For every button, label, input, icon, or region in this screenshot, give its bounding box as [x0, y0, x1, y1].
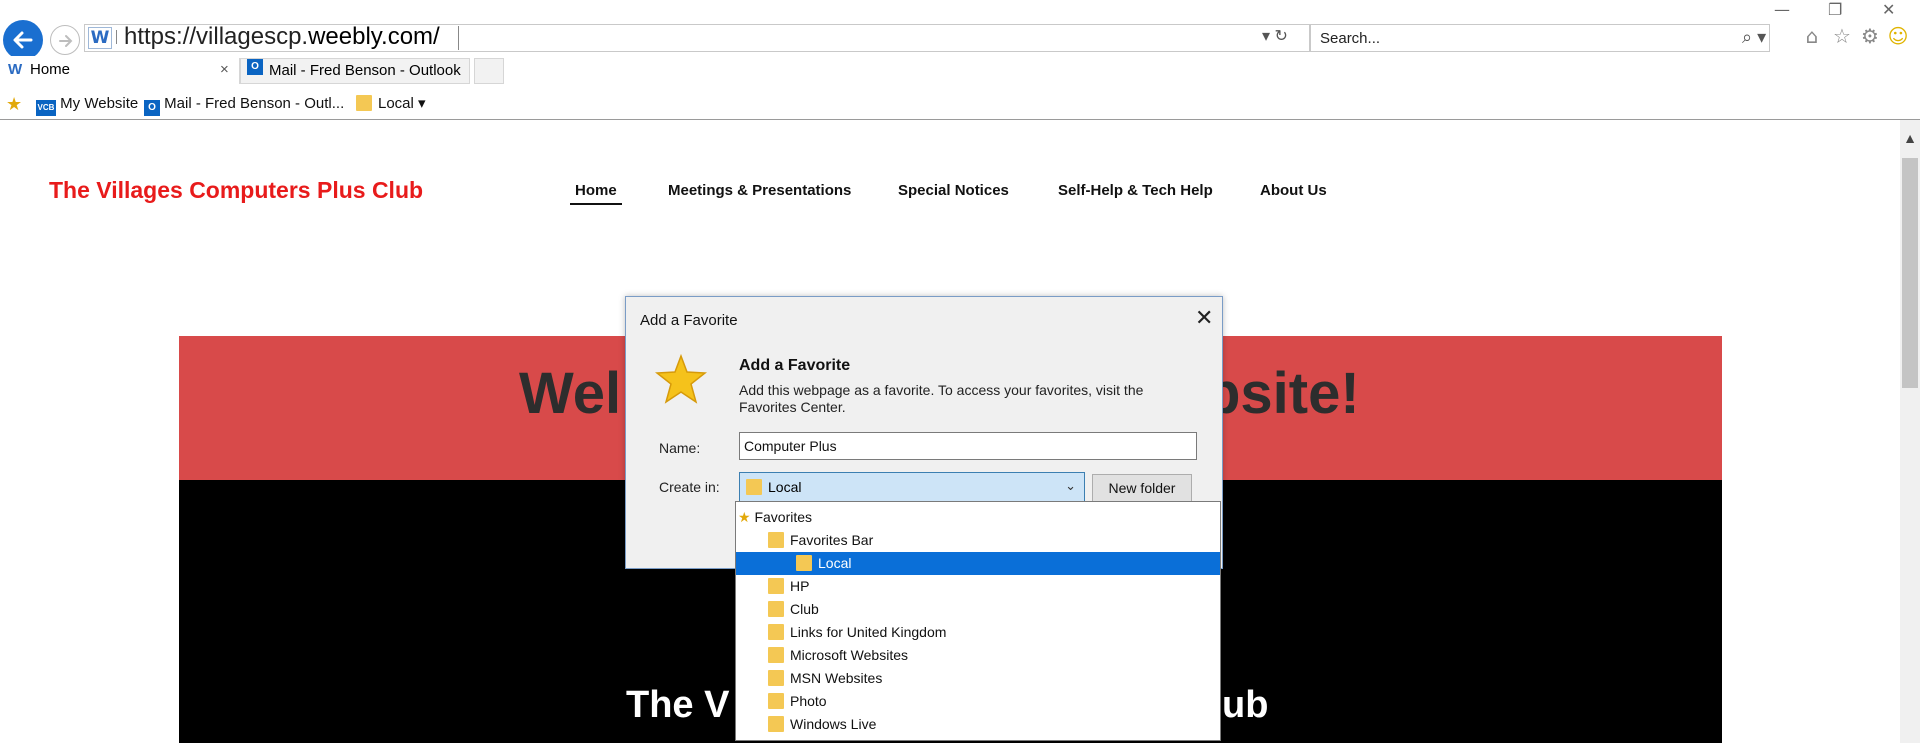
dialog-heading: Add a Favorite [739, 357, 851, 374]
nav-active-underline [570, 203, 622, 205]
tab-home[interactable]: W Home × [0, 58, 240, 84]
url-domain: weebly.com/ [308, 23, 440, 50]
restore-icon[interactable]: ❐ [1828, 0, 1842, 19]
tab-label: Home [30, 61, 71, 78]
hero-subheading-right: ub [1222, 684, 1269, 726]
folder-icon [768, 624, 784, 640]
new-folder-button[interactable]: New folder [1092, 474, 1192, 502]
folder-icon [768, 693, 784, 709]
site-title[interactable]: The Villages Computers Plus Club [49, 177, 423, 204]
folder-icon [768, 578, 784, 594]
folder-item-msn[interactable]: MSN Websites [736, 667, 882, 690]
folder-label: Microsoft Websites [790, 647, 908, 663]
folder-item-local[interactable]: Local [736, 552, 1220, 575]
smiley-icon[interactable]: ☺ [1886, 24, 1910, 48]
star-icon: ★ [738, 509, 751, 525]
folder-label: Favorites [754, 509, 813, 525]
folder-item-photo[interactable]: Photo [736, 690, 827, 713]
folder-icon [796, 555, 812, 571]
name-field[interactable] [739, 432, 1197, 460]
folder-icon [768, 601, 784, 617]
hero-subheading-left: The V [626, 684, 730, 726]
home-icon[interactable]: ⌂ [1800, 24, 1824, 48]
minimize-icon[interactable]: — [1774, 0, 1790, 19]
site-favicon-icon: W [88, 27, 112, 49]
dialog-close-icon[interactable]: ✕ [1195, 306, 1213, 331]
folder-item-microsoft[interactable]: Microsoft Websites [736, 644, 908, 667]
folder-item-hp[interactable]: HP [736, 575, 809, 598]
tab-close-icon[interactable]: × [220, 58, 229, 82]
nav-meetings[interactable]: Meetings & Presentations [668, 182, 851, 199]
url-prefix: https://villagescp. [124, 23, 309, 50]
folder-item-club[interactable]: Club [736, 598, 819, 621]
folder-label: Local [818, 555, 852, 571]
favorite-label: Mail - Fred Benson - Outl... [164, 95, 345, 112]
url-text[interactable]: https://villagescp.weebly.com/ [124, 22, 440, 52]
tab-mail[interactable]: O Mail - Fred Benson - Outlook [240, 58, 470, 84]
chevron-down-icon: ⌄ [1065, 479, 1076, 494]
favorite-mail[interactable]: O Mail - Fred Benson - Outl... [144, 93, 344, 116]
refresh-icon[interactable]: ▾ ↻ [1262, 26, 1288, 46]
folder-label: Club [790, 601, 819, 617]
star-icon [655, 354, 707, 404]
url-separator [116, 30, 117, 44]
close-window-icon[interactable]: ✕ [1882, 0, 1895, 19]
folder-icon [746, 479, 762, 495]
favorites-star-icon[interactable]: ☆ [1830, 24, 1854, 48]
folder-item-favorites-bar[interactable]: Favorites Bar [736, 529, 873, 552]
hero-heading-left: Wel [519, 361, 622, 426]
folder-icon [768, 716, 784, 732]
favorite-label: Local ▾ [378, 95, 426, 112]
add-to-favorites-bar-icon[interactable]: ★ [6, 93, 22, 117]
search-placeholder: Search... [1320, 30, 1381, 47]
folder-item-windows-live[interactable]: Windows Live [736, 713, 876, 736]
weebly-icon: W [8, 61, 23, 78]
nav-home[interactable]: Home [575, 182, 617, 199]
vcb-icon: VCB [36, 100, 56, 116]
folder-label: Favorites Bar [790, 532, 874, 548]
url-caret [458, 26, 459, 50]
outlook-icon: O [247, 59, 263, 75]
folder-label: HP [790, 578, 810, 594]
nav-self-help[interactable]: Self-Help & Tech Help [1058, 182, 1213, 199]
create-in-label: Create in: [659, 479, 720, 495]
outlook-icon: O [144, 100, 160, 116]
scroll-up-icon[interactable]: ▲ [1900, 130, 1920, 150]
dialog-description: Add this webpage as a favorite. To acces… [739, 382, 1144, 415]
tab-label: Mail - Fred Benson - Outlook [269, 62, 461, 79]
favorite-my-website[interactable]: VCB My Website [36, 93, 138, 116]
folder-icon [768, 647, 784, 663]
create-in-value: Local [768, 479, 802, 495]
folder-icon [768, 532, 784, 548]
nav-special-notices[interactable]: Special Notices [898, 182, 1009, 199]
forward-button[interactable] [50, 25, 80, 55]
folder-icon [768, 670, 784, 686]
dialog-title: Add a Favorite [640, 312, 738, 329]
favorite-folder-local[interactable]: Local ▾ [356, 93, 426, 115]
new-tab-button[interactable] [474, 58, 504, 84]
scroll-thumb[interactable] [1902, 158, 1918, 388]
folder-item-links-uk[interactable]: Links for United Kingdom [736, 621, 946, 644]
favorite-label: My Website [60, 95, 139, 112]
nav-about-us[interactable]: About Us [1260, 182, 1327, 199]
arrow-right-icon [59, 35, 73, 47]
search-icon[interactable]: ⌕ ▾ [1742, 27, 1766, 48]
name-label: Name: [659, 440, 701, 456]
folder-icon [356, 95, 372, 111]
gear-icon[interactable]: ⚙ [1858, 24, 1882, 48]
folder-label: Links for United Kingdom [790, 624, 947, 640]
folder-label: Windows Live [790, 716, 877, 732]
folder-label: Photo [790, 693, 827, 709]
arrow-left-icon [13, 31, 33, 49]
folder-label: MSN Websites [790, 670, 883, 686]
back-button[interactable] [3, 20, 43, 60]
folder-item-favorites[interactable]: ★ Favorites [736, 506, 812, 529]
create-in-select[interactable]: Local ⌄ [739, 472, 1085, 502]
hero-heading-right: bsite! [1205, 361, 1360, 426]
